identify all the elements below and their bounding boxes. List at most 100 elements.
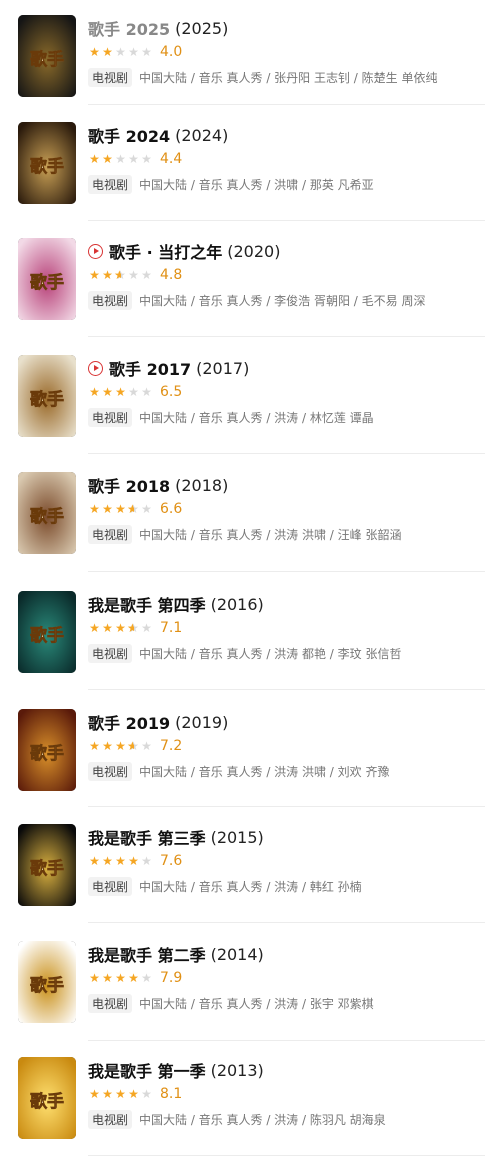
star-icon: ★: [89, 971, 100, 985]
list-item[interactable]: 歌手 我是歌手 第一季 (2013) ★ ★ ★ ★ ★ 8.1 电视剧 中国大陆 / 音乐 真人秀…: [0, 1057, 500, 1147]
show-title[interactable]: 歌手 2018: [88, 473, 170, 497]
poster-image[interactable]: 歌手: [18, 591, 76, 673]
list-item[interactable]: 歌手 歌手 2024 (2024) ★ ★ ★ ★ ★ 4.4 电视剧 中国大陆 / 音乐 真人秀 …: [0, 122, 500, 212]
poster-logo: 歌手: [30, 858, 64, 879]
divider: [88, 453, 485, 454]
star-icon: ★: [128, 268, 139, 282]
show-year: (2016): [210, 594, 264, 614]
star-icon: ★: [141, 621, 152, 635]
star-icon: ★: [89, 268, 100, 282]
title-row: 我是歌手 第三季 (2015): [88, 825, 264, 849]
meta-row: 电视剧 中国大陆 / 音乐 真人秀 / 洪涛 / 张宇 邓紫棋: [88, 993, 374, 1013]
show-title[interactable]: 我是歌手 第四季: [88, 592, 206, 616]
list-item[interactable]: 歌手歌手 2018(2018) ★★★★★6.6 电视剧中国大陆 / 音乐 真人秀 …: [0, 472, 500, 562]
divider: [88, 922, 485, 923]
star-icon: ★: [128, 152, 139, 166]
play-icon[interactable]: [88, 243, 103, 259]
rating-score: 4.0: [160, 44, 183, 60]
star-rating: ★ ★ ★ ★ ★: [88, 269, 153, 281]
meta-row: 电视剧 中国大陆 / 音乐 真人秀 / 洪涛 / 陈羽凡 胡海泉: [88, 1109, 386, 1129]
rating-score: 7.6: [160, 853, 183, 869]
rating-row: ★★★★★6.6: [88, 500, 182, 518]
star-icon: ★: [128, 854, 139, 868]
star-icon: ★: [102, 621, 113, 635]
category-badge: 电视剧: [88, 761, 133, 781]
star-icon: ★: [141, 45, 152, 59]
show-title[interactable]: 歌手 2017: [109, 356, 191, 380]
poster-image[interactable]: 歌手: [18, 355, 76, 437]
poster-image[interactable]: 歌手: [18, 1057, 76, 1139]
show-title[interactable]: 歌手 2019: [88, 710, 170, 734]
show-year: (2015): [210, 827, 264, 847]
poster-image[interactable]: 歌手: [18, 941, 76, 1023]
rating-score: 7.9: [160, 970, 183, 986]
title-row: 我是歌手 第一季 (2013): [88, 1058, 264, 1082]
poster-image[interactable]: 歌手: [18, 709, 76, 791]
star-rating: ★ ★ ★ ★ ★: [88, 386, 153, 398]
star-rating: ★ ★ ★ ★ ★: [88, 855, 153, 867]
meta-row: 电视剧 中国大陆 / 音乐 真人秀 / 洪啸 / 那英 凡希亚: [88, 174, 374, 194]
star-icon: ★: [115, 971, 126, 985]
show-year: (2013): [210, 1060, 264, 1080]
poster-image[interactable]: 歌手: [18, 472, 76, 554]
show-title[interactable]: 歌手 2025: [88, 16, 170, 40]
show-meta: 中国大陆 / 音乐 真人秀 / 洪涛 洪啸 / 汪峰 张韶涵: [139, 527, 402, 542]
star-rating: ★ ★ ★ ★ ★: [88, 1088, 153, 1100]
star-icon: ★: [102, 268, 113, 282]
show-title[interactable]: 我是歌手 第一季: [88, 1058, 206, 1082]
list-item[interactable]: 歌手 我是歌手 第二季 (2014) ★ ★ ★ ★ ★ 7.9 电视剧 中国大陆 / 音乐 真人秀…: [0, 941, 500, 1031]
play-icon[interactable]: [88, 360, 103, 376]
poster-image[interactable]: 歌手: [18, 238, 76, 320]
show-meta: 中国大陆 / 音乐 真人秀 / 张丹阳 王志钊 / 陈楚生 单依纯: [139, 70, 438, 85]
star-icon: ★: [102, 385, 113, 399]
star-icon: ★: [141, 739, 152, 753]
star-icon: ★: [89, 152, 100, 166]
show-year: (2014): [210, 944, 264, 964]
star-icon: ★: [89, 621, 100, 635]
poster-image[interactable]: 歌手: [18, 122, 76, 204]
title-row: 歌手 2018 (2018): [88, 473, 228, 497]
category-badge: 电视剧: [88, 643, 133, 663]
list-item[interactable]: 歌手歌手 · 当打之年(2020)★★★★★4.8电视剧中国大陆 / 音乐 真人…: [0, 238, 500, 328]
star-icon: ★: [141, 1087, 152, 1101]
show-year: (2025): [175, 18, 229, 38]
poster-logo: 歌手: [30, 975, 64, 996]
poster-image[interactable]: 歌手: [18, 15, 76, 97]
star-icon: ★: [89, 385, 100, 399]
star-icon: ★: [102, 1087, 113, 1101]
divider: [88, 336, 485, 337]
rating-score: 4.4: [160, 151, 183, 167]
list-item[interactable]: 歌手 歌手 2017 (2017) ★ ★ ★ ★ ★ 6.5 电视剧 中国大陆 / 音乐 真人秀 …: [0, 355, 500, 445]
show-title[interactable]: 我是歌手 第三季: [88, 825, 206, 849]
category-badge: 电视剧: [88, 67, 133, 87]
show-title[interactable]: 我是歌手 第二季: [88, 942, 206, 966]
list-item[interactable]: 歌手我是歌手 第四季(2016)★★★★★7.1电视剧中国大陆 / 音乐 真人秀…: [0, 591, 500, 681]
star-icon: ★: [141, 971, 152, 985]
show-meta: 中国大陆 / 音乐 真人秀 / 洪涛 / 韩红 孙楠: [139, 879, 362, 894]
rating-row: ★ ★ ★ ★ ★ 4.4: [88, 150, 182, 168]
show-title[interactable]: 歌手 · 当打之年: [109, 239, 222, 263]
show-meta: 中国大陆 / 音乐 真人秀 / 洪涛 洪啸 / 刘欢 齐豫: [139, 764, 390, 779]
divider: [88, 220, 485, 221]
category-badge: 电视剧: [88, 876, 133, 896]
list-item[interactable]: 歌手 歌手 2025 (2025) ★ ★ ★ ★ ★ 4.0 电视剧 中国大陆 / 音乐 真人秀 …: [0, 15, 500, 105]
star-icon: ★: [102, 152, 113, 166]
show-title[interactable]: 歌手 2024: [88, 123, 170, 147]
show-meta: 中国大陆 / 音乐 真人秀 / 洪涛 / 林忆莲 谭晶: [139, 410, 374, 425]
list-item[interactable]: 歌手歌手 2019(2019)★★★★★7.2电视剧中国大陆 / 音乐 真人秀 …: [0, 709, 500, 799]
divider: [88, 1155, 485, 1156]
rating-row: ★ ★ ★ ★ ★ 4.0: [88, 43, 182, 61]
star-icon: ★: [128, 385, 139, 399]
list-item[interactable]: 歌手 我是歌手 第三季 (2015) ★ ★ ★ ★ ★ 7.6 电视剧 中国大陆 / 音乐 真人秀…: [0, 824, 500, 914]
poster-logo: 歌手: [30, 272, 64, 293]
star-icon: ★: [141, 502, 152, 516]
star-rating: ★ ★ ★ ★ ★: [88, 153, 153, 165]
meta-row: 电视剧 中国大陆 / 音乐 真人秀 / 洪涛 洪啸 / 汪峰 张韶涵: [88, 524, 401, 544]
star-rating: ★ ★ ★ ★ ★: [88, 503, 153, 515]
meta-row: 电视剧 中国大陆 / 音乐 真人秀 / 张丹阳 王志钊 / 陈楚生 单依纯: [88, 67, 437, 87]
show-meta: 中国大陆 / 音乐 真人秀 / 洪啸 / 那英 凡希亚: [139, 177, 374, 192]
star-icon: ★: [89, 45, 100, 59]
poster-logo: 歌手: [30, 49, 64, 70]
star-icon: ★: [128, 1087, 139, 1101]
poster-image[interactable]: 歌手: [18, 824, 76, 906]
